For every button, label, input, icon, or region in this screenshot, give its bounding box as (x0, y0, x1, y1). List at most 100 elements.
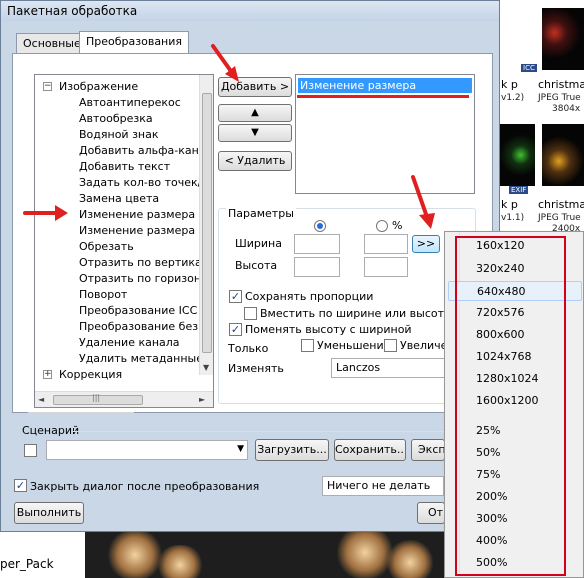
red-arrow-to-add-button (211, 44, 239, 82)
icc-badge: ICC (521, 64, 537, 72)
unit-percent-radio[interactable] (376, 220, 388, 232)
thumbnail-filename: k p (501, 198, 518, 211)
thumbnail-filename: christma (538, 198, 584, 211)
chevron-down-icon: ▼ (237, 444, 244, 454)
scroll-right-arrow-icon[interactable]: ► (199, 395, 205, 404)
tree-item-label: Удалить метаданные (79, 352, 204, 365)
tree-item-label: Изменение размера хо (79, 224, 212, 237)
tree-horizontal-scrollbar[interactable]: ◄ ||| ► (35, 391, 213, 407)
tree-item-label: Водяной знак (79, 128, 159, 141)
menu-separator (28, 412, 134, 413)
save-button[interactable]: Сохранить... (334, 439, 406, 461)
tree-item-label: Автоантиперекос (79, 96, 181, 109)
tree-item-label: Добавить текст (79, 160, 171, 173)
thumbnail-format: JPEG True (538, 93, 581, 103)
width-label: Ширина (235, 237, 282, 250)
window-title: Пакетная обработка (7, 4, 138, 18)
exif-badge: EXIF (509, 186, 529, 194)
unit-pixels-radio[interactable] (314, 220, 326, 232)
tree-horizontal-scroll-thumb[interactable]: ||| (53, 393, 143, 405)
thumbnail-format: JPEG True (538, 213, 581, 223)
tree-vertical-scroll-thumb[interactable] (202, 93, 212, 353)
fit-width-height-checkbox[interactable] (244, 307, 257, 320)
move-down-button[interactable]: ▼ (218, 124, 292, 142)
title-bar[interactable]: Пакетная обработка (1, 1, 499, 21)
background-folder-label: per_Pack (0, 557, 54, 571)
tree-item-label: Коррекция (59, 368, 123, 381)
list-item-resize[interactable]: Изменение размера (298, 78, 472, 93)
scroll-left-arrow-icon[interactable]: ◄ (38, 395, 44, 404)
thumbnail-version: v1.1) (501, 213, 525, 223)
scenario-label: Сценарий (22, 424, 80, 437)
thumbnail-filename: k p (501, 78, 518, 91)
thumbnail-christmas-1[interactable] (542, 8, 584, 70)
keep-proportions-checkbox[interactable]: ✓ (229, 290, 242, 303)
transformations-tree[interactable]: − Изображение Автоантиперекос Автообрезка Во… (34, 74, 214, 408)
scenario-separator (72, 431, 444, 432)
thumbnail-christmas-2[interactable] (499, 124, 535, 186)
red-underline-annotation (297, 95, 469, 98)
red-arrow-to-resize-item (23, 205, 68, 221)
after-action-select[interactable]: Ничего не делать (322, 476, 444, 496)
tree-item-label: Замена цвета (79, 192, 160, 205)
tree-item-label: Преобразование ICC (79, 304, 198, 317)
remove-button[interactable]: < Удалить (218, 151, 292, 171)
thumbnail-filename: christma (538, 78, 584, 91)
tree-item-label: Поворот (79, 288, 128, 301)
tree-item-label: Изображение (59, 80, 139, 93)
enlarge-only-checkbox[interactable] (384, 339, 397, 352)
swap-height-width-label: Поменять высоту с шириной (245, 323, 412, 336)
presets-button[interactable]: >> (412, 235, 440, 253)
fit-width-height-label: Вместить по ширине или высоте (260, 307, 451, 320)
load-button[interactable]: Загрузить... (255, 439, 329, 461)
thumbnail-version: v1.2) (501, 93, 525, 103)
tree-item-label: Отразить по вертикали (79, 256, 214, 269)
tree-item-label: Отразить по горизонта (79, 272, 214, 285)
thumbnail-christmas-3[interactable] (542, 124, 584, 186)
after-action-value: Ничего не делать (327, 479, 431, 492)
height-pixels-input[interactable] (294, 257, 340, 277)
tree-item-label: Добавить альфа-канал (79, 144, 213, 157)
scenario-select[interactable]: ▼ (46, 440, 248, 460)
width-percent-input[interactable] (364, 234, 408, 254)
tab-transformations[interactable]: Преобразования (79, 31, 190, 53)
swap-height-width-checkbox[interactable]: ✓ (229, 323, 242, 336)
red-highlight-frame (455, 236, 566, 576)
resample-label: Изменять (228, 362, 284, 375)
height-label: Высота (235, 259, 278, 272)
tree-vertical-scrollbar[interactable]: ▼ (199, 75, 213, 375)
close-after-label: Закрыть диалог после преобразования (30, 480, 260, 493)
resample-value: Lanczos (336, 361, 381, 374)
tree-item-label: Обрезать (79, 240, 134, 253)
resample-select[interactable]: Lanczos (331, 358, 445, 378)
only-label: Только (228, 342, 269, 355)
red-arrow-to-presets-button (411, 175, 435, 229)
applied-transformations-list[interactable]: Изменение размера (295, 74, 475, 194)
enlarge-only-label: Увеличение (400, 339, 444, 352)
unit-percent-label: % (392, 219, 403, 232)
reduce-only-label: Уменьшение (317, 339, 391, 352)
parameters-group-label: Параметры (226, 207, 296, 220)
close-after-checkbox[interactable]: ✓ (14, 479, 27, 492)
background-image-preview (85, 525, 445, 578)
tab-general[interactable]: Основные (16, 33, 88, 53)
thumbnail-dimensions: 3804x (552, 104, 581, 114)
tree-item-label: Изменение размера (79, 208, 196, 221)
tree-item-label: Задать кол-во точек/д (79, 176, 209, 189)
export-button[interactable]: Экспорт (411, 439, 445, 461)
tree-item-label: Автообрезка (79, 112, 153, 125)
height-percent-input[interactable] (364, 257, 408, 277)
collapse-icon[interactable]: − (43, 82, 52, 91)
tree-item-label: Удаление канала (79, 336, 180, 349)
scroll-grip-icon: ||| (92, 393, 101, 402)
keep-proportions-label: Сохранять пропорции (245, 290, 374, 303)
move-up-button[interactable]: ▲ (218, 104, 292, 122)
scenario-checkbox[interactable] (24, 444, 37, 457)
scroll-down-arrow-icon[interactable]: ▼ (203, 363, 209, 372)
reduce-only-checkbox[interactable] (301, 339, 314, 352)
tree-item-label: Преобразование без п (79, 320, 209, 333)
cancel-button[interactable]: Отмена (417, 502, 445, 524)
expand-icon[interactable]: + (43, 370, 52, 379)
run-button[interactable]: Выполнить (14, 502, 84, 524)
width-pixels-input[interactable] (294, 234, 340, 254)
